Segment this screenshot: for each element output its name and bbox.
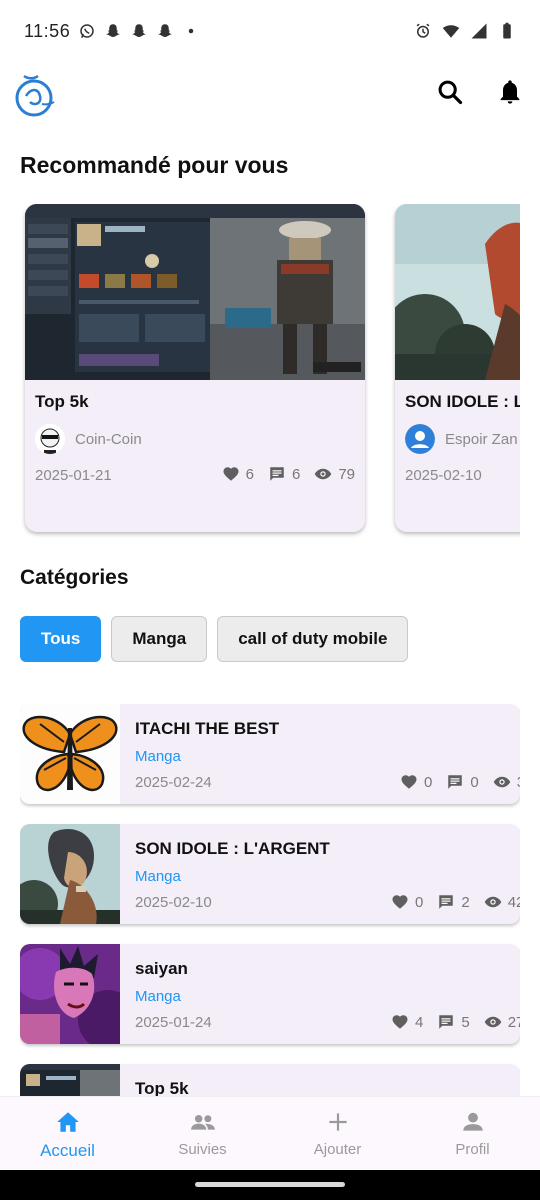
heart-icon[interactable] bbox=[391, 893, 409, 911]
post-stats: 4 5 27 bbox=[391, 1013, 520, 1031]
post-author[interactable]: Coin-Coin bbox=[35, 424, 142, 454]
post-thumbnail bbox=[395, 204, 520, 380]
app-bar bbox=[0, 62, 540, 124]
people-icon bbox=[190, 1114, 215, 1130]
comment-icon[interactable] bbox=[446, 773, 464, 791]
post-category[interactable]: Manga bbox=[135, 748, 181, 765]
avatar bbox=[35, 424, 65, 454]
category-chip-tous[interactable]: Tous bbox=[20, 616, 102, 662]
eye-icon bbox=[484, 1016, 501, 1028]
post-title: Top 5k bbox=[135, 1079, 189, 1096]
post-list[interactable]: ITACHI THE BEST Manga 2025-02-24 0 0 3 S… bbox=[20, 704, 520, 1096]
category-chip-manga[interactable]: Manga bbox=[111, 616, 208, 662]
list-item[interactable]: SON IDOLE : L'ARGENT Manga 2025-02-10 0 … bbox=[20, 824, 520, 924]
comment-count: 2 bbox=[461, 893, 470, 911]
nav-label: Ajouter bbox=[313, 1141, 362, 1158]
nav-label: Profil bbox=[455, 1141, 490, 1158]
comment-count: 0 bbox=[470, 773, 479, 791]
eye-icon bbox=[493, 776, 510, 788]
like-count: 6 bbox=[245, 465, 254, 483]
notification-icons bbox=[78, 22, 200, 40]
recommended-card[interactable]: SON IDOLE : L'ARGENT Espoir Zan 2025-02-… bbox=[395, 204, 520, 532]
bottom-navigation: Accueil Suivies Ajouter Profil bbox=[0, 1096, 540, 1170]
like-count: 0 bbox=[415, 893, 424, 911]
like-count: 0 bbox=[424, 773, 433, 791]
category-chips: Tous Manga call of duty mobile bbox=[20, 616, 409, 662]
post-stats: 0 0 3 bbox=[400, 773, 520, 791]
snapchat-icon bbox=[132, 24, 146, 37]
status-bar: 11:56 bbox=[0, 0, 540, 62]
app-logo-icon bbox=[15, 74, 55, 117]
dot-icon bbox=[188, 28, 194, 34]
category-chip-call-of-duty-mobile[interactable]: call of duty mobile bbox=[217, 616, 409, 662]
post-thumbnail bbox=[25, 204, 365, 380]
person-icon bbox=[462, 1112, 483, 1131]
system-icons bbox=[414, 22, 516, 40]
heart-icon[interactable] bbox=[391, 1013, 409, 1031]
post-thumbnail bbox=[20, 824, 120, 924]
nav-item-ajouter[interactable]: Ajouter bbox=[270, 1097, 405, 1170]
heart-icon[interactable] bbox=[222, 465, 240, 483]
whatsapp-icon bbox=[80, 24, 94, 39]
post-thumbnail bbox=[20, 704, 120, 804]
post-date: 2025-02-10 bbox=[405, 467, 482, 484]
post-date: 2025-01-24 bbox=[135, 1014, 212, 1031]
home-gesture-handle[interactable] bbox=[195, 1182, 345, 1187]
post-title: ITACHI THE BEST bbox=[135, 719, 280, 738]
recommended-title: Recommandé pour vous bbox=[20, 152, 289, 178]
author-name: Coin-Coin bbox=[75, 430, 142, 448]
eye-icon bbox=[484, 896, 501, 908]
battery-icon bbox=[503, 22, 511, 39]
comment-icon[interactable] bbox=[437, 1013, 455, 1031]
eye-icon bbox=[315, 468, 332, 480]
post-title: saiyan bbox=[135, 959, 188, 978]
view-count: 79 bbox=[338, 465, 355, 483]
post-thumbnail bbox=[20, 1064, 120, 1096]
nav-item-profil[interactable]: Profil bbox=[405, 1097, 540, 1170]
search-icon[interactable] bbox=[436, 78, 464, 106]
post-date: 2025-01-21 bbox=[35, 467, 112, 484]
post-title: SON IDOLE : L'ARGENT bbox=[135, 839, 330, 858]
comment-count: 5 bbox=[461, 1013, 470, 1031]
recommended-card[interactable]: Top 5k Coin-Coin 2025-01-21 6 6 79 bbox=[25, 204, 365, 532]
post-title: Top 5k bbox=[35, 392, 89, 411]
view-count: 3 bbox=[517, 774, 520, 791]
view-count: 42 bbox=[507, 893, 520, 911]
comment-count: 6 bbox=[291, 465, 301, 483]
nav-label: Suivies bbox=[178, 1141, 227, 1158]
status-time: 11:56 bbox=[24, 20, 71, 41]
signal-icon bbox=[471, 23, 487, 39]
wifi-icon bbox=[442, 25, 460, 38]
comment-icon[interactable] bbox=[268, 465, 286, 483]
list-item[interactable]: ITACHI THE BEST Manga 2025-02-24 0 0 3 bbox=[20, 704, 520, 804]
notification-bell-icon[interactable] bbox=[496, 78, 524, 106]
post-stats: 6 6 79 bbox=[222, 465, 355, 483]
author-name: Espoir Zan bbox=[445, 430, 518, 448]
plus-icon bbox=[328, 1113, 347, 1131]
post-category[interactable]: Manga bbox=[135, 988, 181, 1005]
post-thumbnail bbox=[20, 944, 120, 1044]
heart-icon[interactable] bbox=[400, 773, 418, 791]
post-date: 2025-02-24 bbox=[135, 774, 212, 791]
post-category[interactable]: Manga bbox=[135, 868, 181, 885]
post-date: 2025-02-10 bbox=[135, 894, 212, 911]
snapchat-icon bbox=[158, 24, 172, 37]
post-stats: 0 2 42 bbox=[391, 893, 520, 911]
alarm-icon bbox=[416, 23, 430, 38]
list-item[interactable]: Top 5k bbox=[20, 1064, 520, 1096]
snapchat-icon bbox=[106, 24, 120, 37]
nav-item-accueil[interactable]: Accueil bbox=[0, 1097, 135, 1170]
nav-item-suivies[interactable]: Suivies bbox=[135, 1097, 270, 1170]
home-icon bbox=[56, 1112, 79, 1132]
view-count: 27 bbox=[507, 1013, 520, 1031]
nav-label: Accueil bbox=[40, 1141, 95, 1160]
post-author[interactable]: Espoir Zan bbox=[405, 424, 518, 454]
recommended-carousel[interactable]: Top 5k Coin-Coin 2025-01-21 6 6 79 SON I… bbox=[0, 204, 520, 544]
comment-icon[interactable] bbox=[437, 893, 455, 911]
categories-title: Catégories bbox=[20, 566, 129, 589]
avatar bbox=[405, 424, 435, 454]
post-title: SON IDOLE : L'ARGENT bbox=[405, 392, 520, 411]
like-count: 4 bbox=[415, 1013, 424, 1031]
list-item[interactable]: saiyan Manga 2025-01-24 4 5 27 bbox=[20, 944, 520, 1044]
